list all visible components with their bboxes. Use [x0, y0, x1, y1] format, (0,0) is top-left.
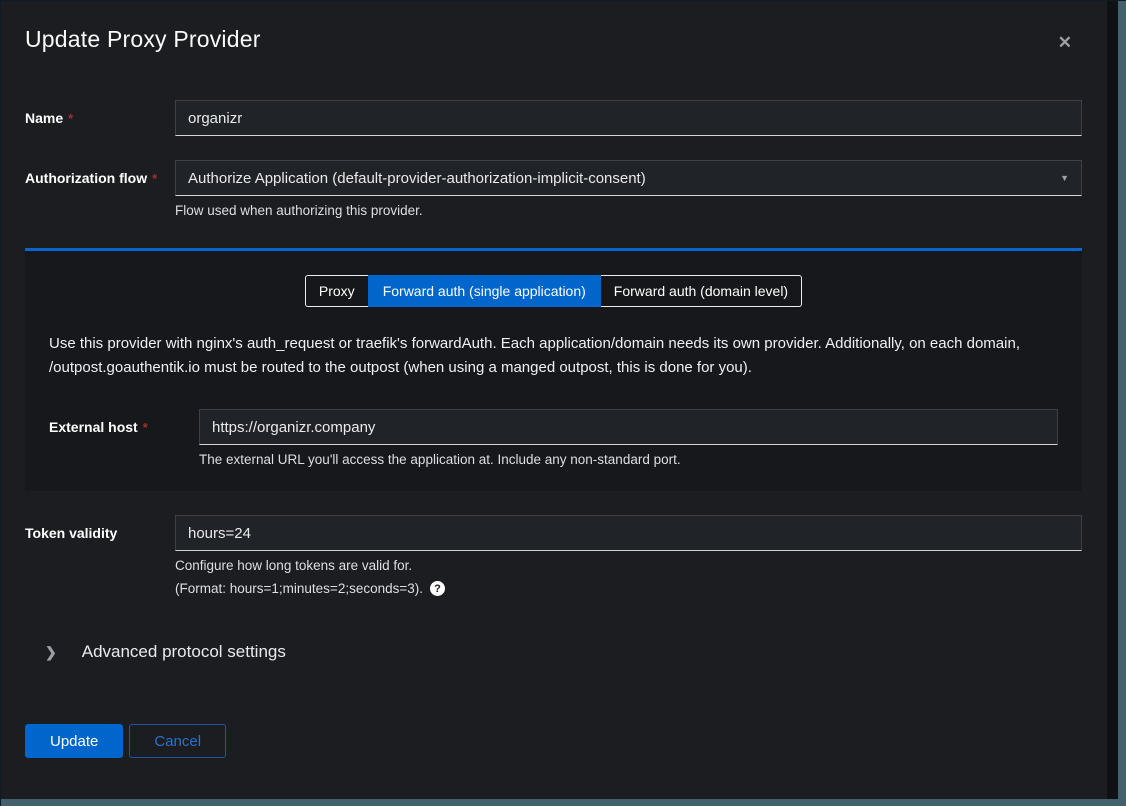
- window-edge-left: [0, 0, 1, 806]
- authorization-flow-label: Authorization flow*: [25, 160, 175, 218]
- window-edge-bottom: [0, 799, 1126, 806]
- required-marker: *: [143, 420, 148, 435]
- proxy-mode-card: Proxy Forward auth (single application) …: [25, 248, 1082, 491]
- modal-header: Update Proxy Provider ✕: [25, 26, 1082, 53]
- token-validity-field-row: Token validity Configure how long tokens…: [25, 515, 1082, 596]
- proxy-mode-tab-group: Proxy Forward auth (single application) …: [49, 275, 1058, 307]
- page-title: Update Proxy Provider: [25, 26, 261, 53]
- external-host-field-row: External host* The external URL you'll a…: [49, 409, 1058, 467]
- authorization-flow-help: Flow used when authorizing this provider…: [175, 203, 1082, 218]
- window-edge-right: [1118, 0, 1126, 806]
- required-marker: *: [152, 171, 157, 186]
- external-host-input[interactable]: [199, 409, 1058, 445]
- tab-proxy[interactable]: Proxy: [305, 275, 368, 307]
- advanced-protocol-settings-toggle[interactable]: ❯ Advanced protocol settings: [25, 642, 1082, 662]
- external-host-help: The external URL you'll access the appli…: [199, 452, 1058, 467]
- window-edge-top: [0, 0, 1126, 1]
- external-host-label: External host*: [49, 409, 199, 467]
- authorization-flow-field-row: Authorization flow* Authorize Applicatio…: [25, 160, 1082, 218]
- tab-forward-auth-single-application[interactable]: Forward auth (single application): [368, 275, 601, 307]
- question-circle-icon[interactable]: ?: [430, 581, 445, 596]
- token-validity-format-help: (Format: hours=1;minutes=2;seconds=3). ?: [175, 581, 1082, 596]
- window-edge-gap: [1107, 0, 1118, 806]
- close-icon[interactable]: ✕: [1054, 32, 1076, 53]
- token-validity-label: Token validity: [25, 515, 175, 596]
- cancel-button[interactable]: Cancel: [129, 724, 226, 758]
- modal-footer: Update Cancel: [25, 724, 1082, 758]
- tab-forward-auth-domain-level[interactable]: Forward auth (domain level): [601, 275, 802, 307]
- chevron-down-icon: ▼: [1060, 173, 1069, 183]
- authorization-flow-select[interactable]: Authorize Application (default-provider-…: [175, 160, 1082, 196]
- advanced-protocol-settings-label: Advanced protocol settings: [82, 642, 286, 662]
- forward-auth-description: Use this provider with nginx's auth_requ…: [49, 332, 1058, 379]
- token-validity-input[interactable]: [175, 515, 1082, 551]
- token-validity-help: Configure how long tokens are valid for.: [175, 558, 1082, 573]
- update-proxy-provider-modal: Update Proxy Provider ✕ Name* Authorizat…: [0, 0, 1107, 799]
- authorization-flow-selected-value: Authorize Application (default-provider-…: [188, 170, 646, 187]
- name-input[interactable]: [175, 100, 1082, 136]
- name-label: Name*: [25, 100, 175, 136]
- chevron-right-icon: ❯: [45, 644, 57, 661]
- update-button[interactable]: Update: [25, 724, 123, 758]
- required-marker: *: [68, 111, 73, 126]
- name-field-row: Name*: [25, 100, 1082, 136]
